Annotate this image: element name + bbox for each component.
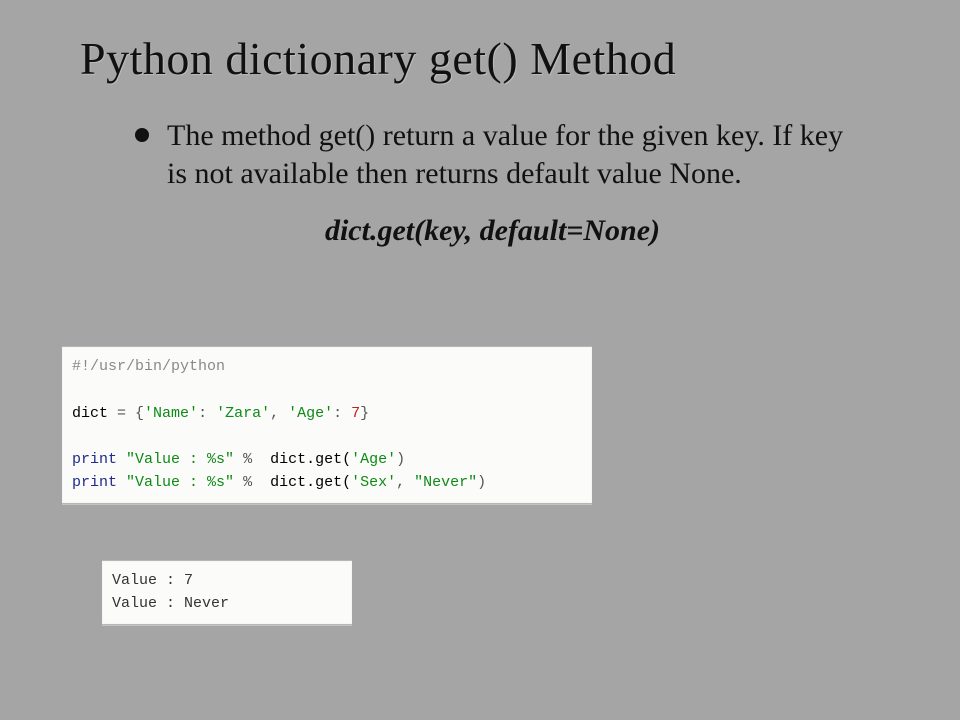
code-token: "Never" [414, 474, 477, 491]
code-token: dict.get( [261, 474, 351, 491]
code-token: print [72, 474, 117, 491]
code-token: % [234, 451, 261, 468]
code-token: 'Age' [351, 451, 396, 468]
code-token: , [396, 474, 414, 491]
method-signature: dict.get(key, default=None) [95, 214, 890, 248]
code-line-1: #!/usr/bin/python [72, 355, 582, 378]
code-token: : [333, 405, 351, 422]
code-token: 7 [351, 405, 360, 422]
code-token: : [198, 405, 216, 422]
code-token: } [360, 405, 369, 422]
body-content: The method get() return a value for the … [135, 117, 890, 248]
code-line-5: print "Value : %s" % dict.get('Age') [72, 448, 582, 471]
output-line-2: Value : Never [112, 592, 342, 615]
bullet-icon [135, 128, 149, 142]
code-token: "Value : %s" [126, 474, 234, 491]
code-token: dict [72, 405, 117, 422]
code-token: , [270, 405, 288, 422]
code-line-3: dict = {'Name': 'Zara', 'Age': 7} [72, 402, 582, 425]
output-box: Value : 7 Value : Never [102, 560, 352, 625]
code-shebang: #!/usr/bin/python [72, 358, 225, 375]
slide-title: Python dictionary get() Method [0, 0, 960, 97]
code-token [117, 451, 126, 468]
code-token: % [234, 474, 261, 491]
code-token: 'Age' [288, 405, 333, 422]
code-token: { [126, 405, 144, 422]
output-line-1: Value : 7 [112, 569, 342, 592]
code-example-box: #!/usr/bin/python dict = {'Name': 'Zara'… [62, 346, 592, 504]
code-line-blank-1 [72, 378, 582, 401]
code-token: 'Sex' [351, 474, 396, 491]
code-token: ) [396, 451, 405, 468]
code-token: = [117, 405, 126, 422]
code-token: "Value : %s" [126, 451, 234, 468]
code-token: ) [477, 474, 486, 491]
code-token: 'Zara' [216, 405, 270, 422]
code-token: print [72, 451, 117, 468]
code-token: 'Name' [144, 405, 198, 422]
code-line-blank-2 [72, 425, 582, 448]
code-line-6: print "Value : %s" % dict.get('Sex', "Ne… [72, 471, 582, 494]
code-token: dict.get( [261, 451, 351, 468]
bullet-item: The method get() return a value for the … [135, 117, 890, 194]
code-token [117, 474, 126, 491]
bullet-text: The method get() return a value for the … [167, 117, 847, 194]
